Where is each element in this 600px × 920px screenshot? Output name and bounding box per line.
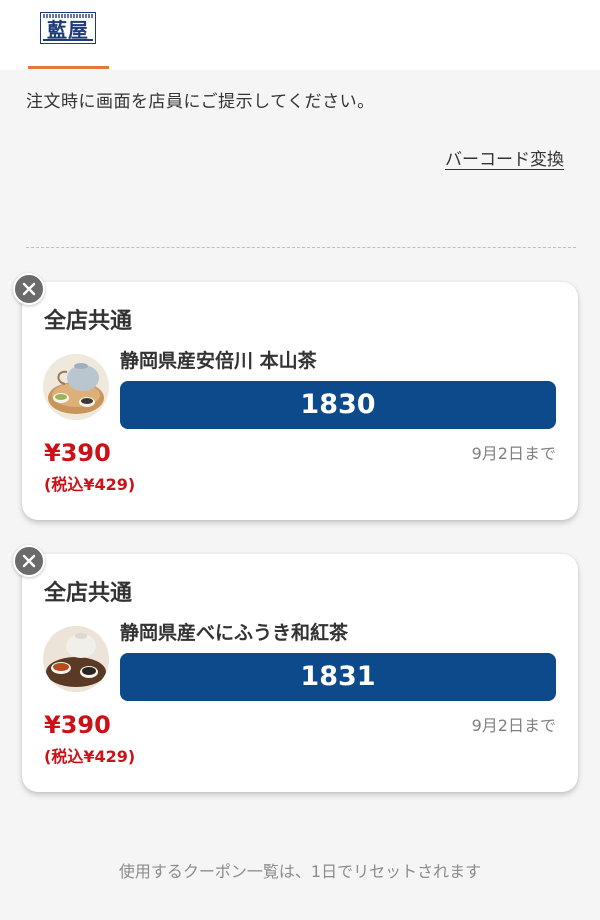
black-tea-image: [43, 626, 109, 692]
price: ¥390: [44, 711, 111, 739]
coupon-card: 全店共通 静岡県産安倍川 本山茶 1830 ¥390 (税込¥429) 9月2日…: [22, 282, 578, 520]
expiry-date: 9月2日まで: [471, 444, 556, 463]
reset-note: 使用するクーポン一覧は、1日でリセットされます: [118, 862, 482, 881]
coupon-code: 1830: [120, 381, 556, 429]
dashed-divider: [26, 247, 576, 248]
tax-included-price: (税込¥429): [44, 475, 136, 494]
barcode-convert-link[interactable]: バーコード変換: [445, 148, 564, 172]
active-tab-indicator: [28, 66, 109, 69]
store-label: 全店共通: [44, 309, 133, 334]
header: 藍屋: [0, 0, 600, 70]
close-icon: [22, 554, 36, 568]
close-icon: [22, 282, 36, 296]
logo-underline: [43, 39, 93, 41]
logo-text: 藍屋: [47, 18, 89, 42]
product-name: 静岡県産べにふうき和紅茶: [120, 622, 349, 644]
coupon-card: 全店共通 静岡県産べにふうき和紅茶 1831 ¥390 (税込¥429) 9月2…: [22, 554, 578, 792]
brand-logo[interactable]: 藍屋: [40, 12, 96, 44]
remove-coupon-button[interactable]: [13, 273, 45, 305]
remove-coupon-button[interactable]: [13, 545, 45, 577]
teapot-image: [43, 354, 109, 420]
store-label: 全店共通: [44, 581, 133, 606]
expiry-date: 9月2日まで: [471, 716, 556, 735]
price: ¥390: [44, 439, 111, 467]
coupon-code: 1831: [120, 653, 556, 701]
product-name: 静岡県産安倍川 本山茶: [120, 350, 317, 372]
instruction-text: 注文時に画面を店員にご提示してください。: [26, 92, 375, 112]
tax-included-price: (税込¥429): [44, 747, 136, 766]
